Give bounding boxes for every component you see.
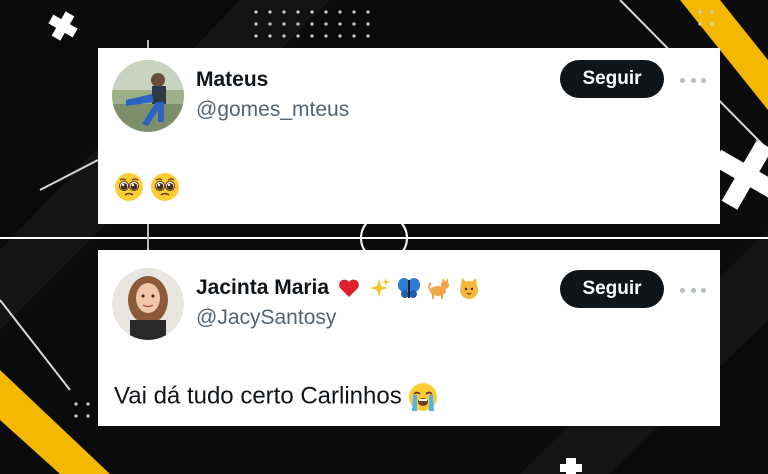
pleading-face-icon <box>151 173 179 201</box>
cat-icon <box>428 278 449 300</box>
avatar[interactable] <box>112 60 184 132</box>
display-name[interactable]: Jacinta Maria <box>196 276 481 300</box>
pleading-face-icon <box>115 173 143 201</box>
tweet-card-1: Mateus @gomes_mteus Seguir <box>98 48 720 224</box>
tweet-text <box>114 172 180 202</box>
more-options-icon[interactable] <box>680 280 706 300</box>
red-heart-icon <box>339 280 359 298</box>
follow-button[interactable]: Seguir <box>560 270 664 308</box>
loudly-crying-face-icon <box>408 383 437 411</box>
tweet-text: Vai dá tudo certo Carlinhos <box>114 382 438 412</box>
more-options-icon[interactable] <box>680 70 706 90</box>
user-handle[interactable]: @JacySantosy <box>196 306 336 330</box>
sparkles-icon <box>369 278 390 298</box>
follow-button[interactable]: Seguir <box>560 60 664 98</box>
avatar[interactable] <box>112 268 184 340</box>
user-handle[interactable]: @gomes_mteus <box>196 98 349 122</box>
butterfly-icon <box>397 278 420 299</box>
display-name[interactable]: Mateus <box>196 68 268 92</box>
tweet-card-2: Jacinta Maria @JacySantosy Seguir Vai dá… <box>98 250 720 426</box>
cat-face-icon <box>459 278 478 300</box>
